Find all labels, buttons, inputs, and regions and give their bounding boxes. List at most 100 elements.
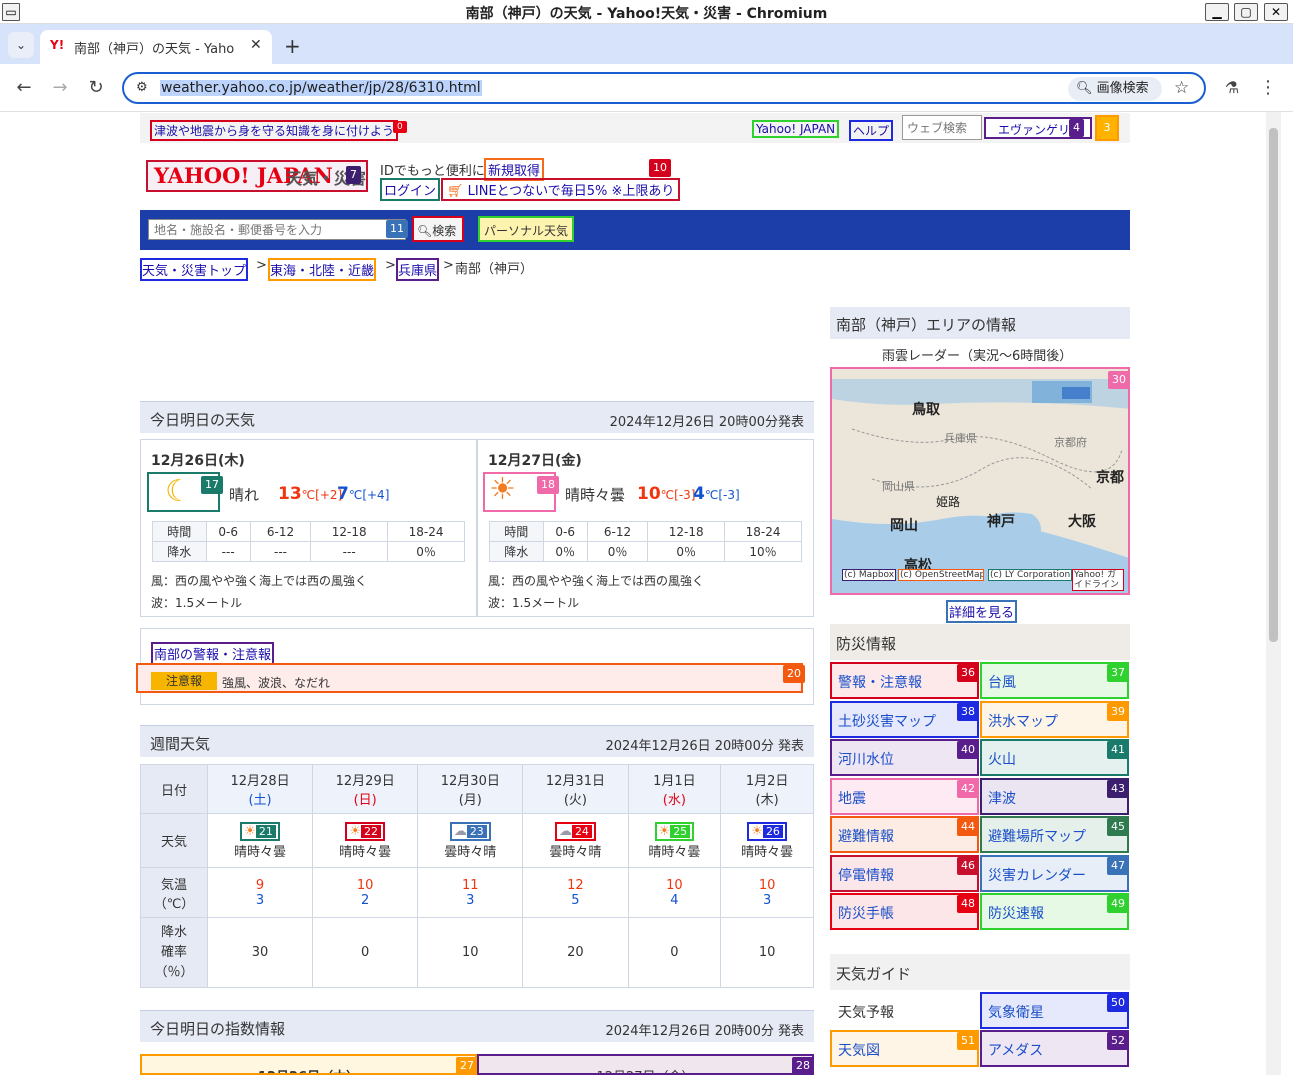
new-tab-icon[interactable]: + [284,34,301,58]
weekly-heading: 週間天気 [150,735,211,753]
badge-40: 40 [957,741,979,759]
week-rain: 20 [522,917,629,988]
tsunami-banner-link[interactable]: 津波や地震から身を守る知識を身に付けよう [150,120,399,141]
sun-cloud-icon[interactable]: ☀ 21 [240,821,280,841]
map-pref: 京都府 [1054,436,1087,449]
rain-value: --- [249,541,312,562]
page-scrollbar[interactable] [1266,112,1281,1075]
cloud-sun-icon[interactable]: ☁ 23 [449,821,491,841]
search-button[interactable]: 🔍︎検索 [412,216,464,242]
week-weather: 晴時々曇 [648,844,701,860]
badge-42: 42 [957,780,979,798]
badge-43: 43 [1107,780,1129,798]
day1-high: 13 [278,484,302,504]
week-high: 10 [758,877,776,893]
map-details-link[interactable]: 詳細を見る [946,600,1018,623]
forecast-day1: 12月26日(木) ☾ 17 晴れ 13℃[+2] 7℃[+4] 時間 0-6 6-… [140,439,477,617]
map-city: 鳥取 [912,402,940,418]
breadcrumb-pref[interactable]: 兵庫県 [396,258,440,281]
index-tab-today[interactable]: 12月26日（木） [140,1054,477,1075]
help-link[interactable]: ヘルプ [849,120,894,141]
rain-label: 降水 [489,541,544,562]
week-low: 3 [466,892,475,908]
weekly-published: 2024年12月26日 20時00分 発表 [605,739,804,754]
tab-strip: ⌄ Y! 南部（神戸）の天気 - Yahoo! ✕ + [0,24,1293,64]
week-weather: 晴時々曇 [339,844,392,860]
web-search-input[interactable] [902,115,982,140]
scroll-thumb[interactable] [1269,128,1278,642]
site-settings-icon[interactable]: ⚙ [136,80,148,95]
badge-49: 49 [1107,895,1129,913]
attrib-osm[interactable]: (c) OpenStreetMap [898,569,984,581]
badge-37: 37 [1107,664,1129,682]
yahoo-japan-link[interactable]: Yahoo! JAPAN [752,120,840,138]
slot: 0-6 [542,521,588,542]
menu-kebab-icon[interactable]: ⋮ [1256,76,1280,100]
yahoo-weather-logo[interactable]: YAHOO! JAPAN 天気・災害 7 [146,160,368,192]
week-low: 3 [762,892,772,908]
breadcrumb-top[interactable]: 天気・災害トップ [140,258,249,281]
forward-icon[interactable]: → [48,76,72,100]
week-high: 9 [255,877,265,893]
row-label-temp-unit: （℃） [153,896,195,912]
cloud-sun-icon[interactable]: ☁ 24 [554,821,596,841]
index-tab-tomorrow[interactable]: 12月27日（金） [477,1054,814,1075]
line-promo-label: LINEとつないで毎日5% ※上限あり [467,184,675,199]
week-high: 10 [666,877,683,893]
badge-45: 45 [1107,818,1129,836]
labs-flask-icon[interactable]: ⚗ [1220,76,1244,100]
url-text[interactable]: weather.yahoo.co.jp/weather/jp/28/6310.h… [160,80,482,96]
day2-low: 4 [693,484,705,504]
day2-rain-table: 時間 0-6 6-12 12-18 18-24 降水 0％ 0％ 0％ 10％ [489,521,802,562]
tab-close-icon[interactable]: ✕ [250,37,262,53]
day1-weather-icon[interactable]: ☾ 17 [147,472,223,512]
warning-row[interactable]: 注意報 強風、波浪、なだれ 20 [136,663,805,693]
slot: 6-12 [586,521,649,542]
window-title: 南部（神戸）の天気 - Yahoo!天気・災害 - Chromium [465,6,828,22]
badge-46: 46 [957,857,979,875]
guide-header: 天気ガイド [830,954,1130,990]
guide-link-forecast[interactable]: 天気予報 [830,992,979,1029]
attrib-guideline[interactable]: Yahoo! ガイドライン [1072,569,1124,591]
time-label: 時間 [152,521,207,542]
week-date: 12月29日 [335,774,395,789]
maximize-button[interactable]: ▢ [1234,3,1258,21]
sun-cloud-icon[interactable]: ☀ 25 [654,821,695,841]
tab-search-icon[interactable]: ⌄ [8,32,34,58]
address-bar[interactable]: ⚙ weather.yahoo.co.jp/weather/jp/28/6310… [122,72,1206,104]
slot: 6-12 [249,521,312,542]
attrib-ly[interactable]: (c) LY Corporation [988,569,1072,581]
minimize-button[interactable]: ▁ [1205,3,1229,21]
login-link[interactable]: ログイン [380,178,441,201]
location-search-input[interactable] [148,219,406,240]
week-weather-cell: ☁ 24 曇時々晴 [522,813,629,868]
index-section-header: 今日明日の指数情報 2024年12月26日 20時00分 発表 [140,1010,814,1042]
personal-weather-button[interactable]: パーソナル天気 [478,216,574,242]
rain-value: 0％ [542,541,588,562]
back-icon[interactable]: ← [12,76,36,100]
image-search-button[interactable]: 🔍︎ 画像検索 [1068,77,1162,101]
close-window-button[interactable]: ✕ [1264,3,1288,21]
row-label-rain: （％） [154,964,194,980]
tab-active[interactable]: Y! 南部（神戸）の天気 - Yahoo! ✕ [40,30,272,64]
week-dow: (日) [353,793,377,808]
week-low: 5 [571,892,580,908]
day2-weather-icon[interactable]: ☀ 18 [483,472,559,512]
day2-wave: 波：1.5メートル [488,596,580,610]
reload-icon[interactable]: ↻ [84,76,108,100]
attrib-mapbox[interactable]: (c) Mapbox [842,569,897,581]
radar-map[interactable]: 鳥取 京都 岡山 神戸 大阪 高松 姫路 兵庫県 京都府 岡山県 30 (c) … [830,367,1130,595]
today-published: 2024年12月26日 20時00分発表 [609,415,804,430]
week-date: 12月31日 [545,774,605,789]
day2-date: 12月27日(金) [488,453,582,469]
badge-38: 38 [957,703,979,721]
rain-value: 0％ [586,541,649,562]
sun-cloud-icon[interactable]: ☀ 26 [747,821,787,841]
bookmark-star-icon[interactable]: ☆ [1174,78,1189,98]
breadcrumb-region[interactable]: 東海・北陸・近畿 [268,258,377,281]
warning-link[interactable]: 南部の警報・注意報 [151,642,275,665]
week-low: 3 [255,892,265,908]
line-promo-link[interactable]: 🛒︎ LINEとつないで毎日5% ※上限あり [441,178,681,201]
web-search-submit-button[interactable]: 3 [1095,115,1119,141]
sun-cloud-icon[interactable]: ☀ 22 [345,821,386,841]
